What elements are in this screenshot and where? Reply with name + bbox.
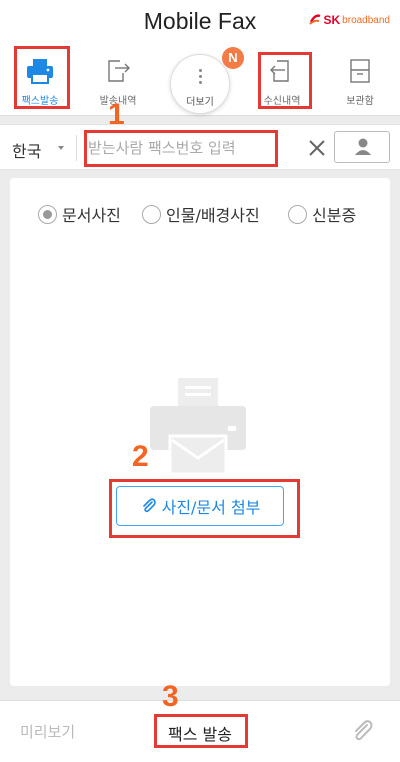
brand-sk: SK: [323, 13, 341, 27]
radio-label: 문서사진: [62, 206, 121, 225]
brand-mark-icon: [308, 14, 320, 25]
radio-circle: [142, 204, 161, 224]
brand-broadband: broadband: [342, 14, 390, 26]
document-type-options: 문서사진 인물/배경사진 신분증: [10, 200, 390, 226]
more-dots-icon: [199, 69, 203, 87]
highlight-fax-input: [84, 130, 278, 167]
caret-down-icon: [58, 146, 64, 150]
step-number-2: 2: [132, 440, 149, 473]
highlight-send-button: [154, 714, 248, 748]
step-number-3: 3: [162, 680, 179, 713]
divider: [76, 135, 77, 161]
radio-circle: [38, 204, 57, 224]
attachment-panel: 문서사진 인물/배경사진 신분증 사진/문서 첨부: [10, 178, 390, 686]
radio-label: 인물/배경사진: [166, 206, 260, 225]
outbox-icon: [104, 58, 132, 88]
radio-label: 신분증: [312, 206, 357, 225]
tab-label: 보관함: [346, 96, 374, 107]
paperclip-icon[interactable]: [350, 718, 376, 744]
more-button[interactable]: 더보기: [170, 54, 230, 114]
highlight-attach-button: [109, 479, 300, 538]
more-label: 더보기: [186, 97, 214, 108]
person-icon: [355, 138, 371, 155]
archive-icon: [346, 58, 374, 88]
radio-document-photo[interactable]: 문서사진: [38, 202, 121, 226]
radio-id-card[interactable]: 신분증: [288, 202, 356, 226]
highlight-fax-send-tab: [14, 46, 70, 109]
radio-circle: [288, 204, 307, 224]
radio-person-background-photo[interactable]: 인물/배경사진: [142, 202, 260, 226]
highlight-received-tab: [258, 52, 312, 109]
clear-icon[interactable]: [306, 137, 328, 159]
country-label: 한국: [12, 142, 42, 161]
fax-machine-illustration-icon: [148, 376, 248, 476]
contacts-button[interactable]: [334, 131, 390, 163]
tab-archive[interactable]: 보관함: [330, 46, 390, 108]
brand-logo: SK broadband: [308, 13, 390, 27]
app-header: Mobile Fax SK broadband: [0, 0, 400, 46]
notification-badge: N: [222, 47, 244, 69]
